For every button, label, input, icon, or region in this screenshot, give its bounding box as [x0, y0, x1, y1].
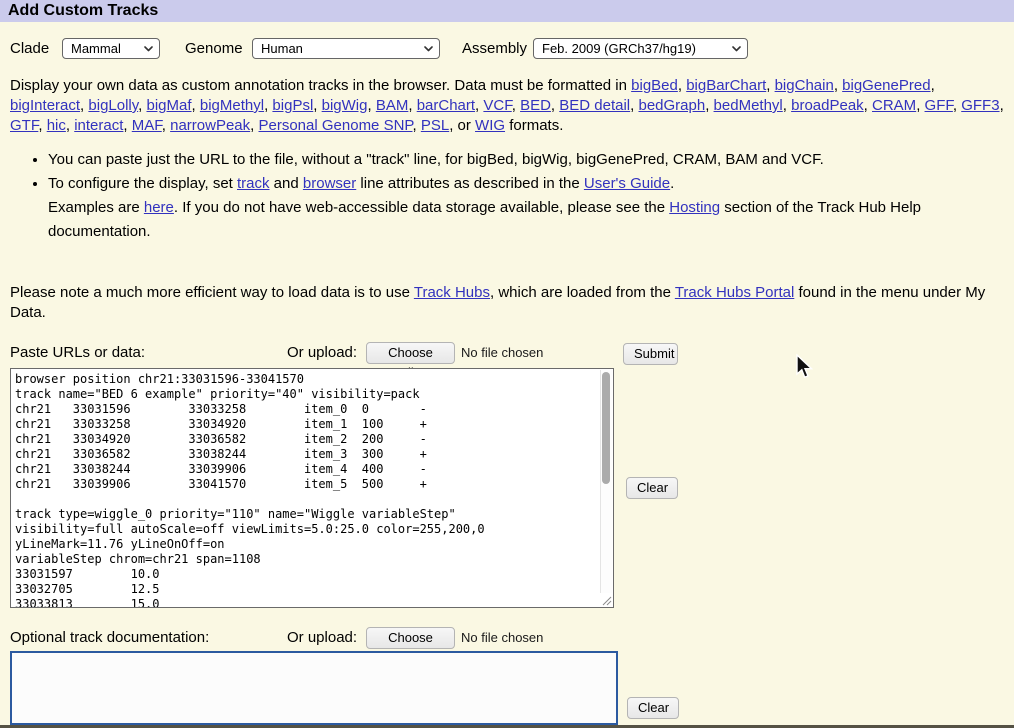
choose-file-button[interactable]: Choose File [366, 627, 455, 649]
format-link[interactable]: CRAM [872, 97, 916, 114]
format-link[interactable]: BED [520, 97, 551, 114]
no-file-chosen-text: No file chosen [461, 342, 543, 364]
no-file-chosen-text: No file chosen [461, 627, 543, 649]
format-link[interactable]: bigGenePred [842, 77, 930, 94]
assembly-select[interactable]: Feb. 2009 (GRCh37/hg19) [533, 38, 748, 59]
scrollbar-track[interactable] [600, 370, 612, 606]
page-title: Add Custom Tracks [8, 0, 158, 22]
format-link[interactable]: PSL [421, 117, 449, 134]
text-link[interactable]: Track Hubs Portal [675, 284, 794, 301]
chevron-down-icon [144, 46, 153, 52]
format-link[interactable]: barChart [417, 97, 475, 114]
format-link[interactable]: BAM [376, 97, 409, 114]
submit-button[interactable]: Submit [623, 343, 678, 365]
format-link[interactable]: bigBarChart [686, 77, 766, 94]
genome-select-value: Human [261, 41, 303, 56]
page-header-bar: Add Custom Tracks [0, 0, 1014, 22]
format-link[interactable]: bigMethyl [200, 97, 264, 114]
format-link[interactable]: GTF [10, 117, 38, 134]
assembly-label: Assembly [462, 38, 527, 60]
paste-urls-label: Paste URLs or data: [10, 342, 145, 364]
format-link[interactable]: MAF [132, 117, 162, 134]
text-link[interactable]: track [237, 175, 270, 192]
format-link[interactable]: Personal Genome SNP [259, 117, 413, 134]
genome-select[interactable]: Human [252, 38, 440, 59]
assembly-select-value: Feb. 2009 (GRCh37/hg19) [542, 41, 696, 56]
list-item: You can paste just the URL to the file, … [48, 148, 980, 172]
format-link[interactable]: WIG [475, 117, 505, 134]
choose-file-button[interactable]: Choose File [366, 342, 455, 364]
or-upload-label: Or upload: [287, 627, 357, 649]
format-link[interactable]: VCF [483, 97, 511, 114]
scrollbar-thumb[interactable] [602, 372, 610, 484]
text-link[interactable]: Hosting [669, 199, 720, 216]
clade-select[interactable]: Mammal [62, 38, 160, 59]
format-link[interactable]: GFF3 [961, 97, 999, 114]
usage-notes-list: You can paste just the URL to the file, … [10, 148, 980, 244]
format-link[interactable]: broadPeak [791, 97, 864, 114]
format-link[interactable]: bigWig [322, 97, 368, 114]
format-link[interactable]: GFF [925, 97, 953, 114]
genome-label: Genome [185, 38, 243, 60]
optional-doc-label: Optional track documentation: [10, 627, 209, 649]
format-link[interactable]: bedMethyl [714, 97, 783, 114]
format-link[interactable]: bigPsl [272, 97, 313, 114]
text-link[interactable]: browser [303, 175, 356, 192]
list-item: To configure the display, set track and … [48, 172, 980, 244]
format-link[interactable]: bigMaf [147, 97, 192, 114]
chevron-down-icon [732, 46, 741, 52]
chevron-down-icon [424, 46, 433, 52]
clade-select-value: Mammal [71, 41, 121, 56]
text-link[interactable]: Track Hubs [414, 284, 490, 301]
format-link[interactable]: bigLolly [88, 97, 138, 114]
format-link[interactable]: hic [47, 117, 66, 134]
intro-paragraph: Display your own data as custom annotati… [10, 76, 1006, 136]
clear-button[interactable]: Clear [627, 697, 679, 719]
resize-grip-icon[interactable] [599, 593, 612, 606]
format-link[interactable]: narrowPeak [170, 117, 250, 134]
format-link[interactable]: bigChain [775, 77, 834, 94]
format-link[interactable]: bigBed [631, 77, 678, 94]
format-link[interactable]: bigInteract [10, 97, 80, 114]
clear-button[interactable]: Clear [626, 477, 678, 499]
format-link[interactable]: interact [74, 117, 123, 134]
intro-tail-text: formats. [505, 117, 563, 134]
paste-data-textarea[interactable]: browser position chr21:33031596-33041570… [10, 368, 614, 608]
format-link[interactable]: BED detail [559, 97, 630, 114]
clade-label: Clade [10, 38, 49, 60]
text-link[interactable]: here [144, 199, 174, 216]
paste-data-text: browser position chr21:33031596-33041570… [11, 369, 599, 607]
track-hubs-note: Please note a much more efficient way to… [10, 283, 1002, 323]
mouse-cursor [795, 354, 813, 385]
add-custom-tracks-page: Add Custom Tracks Clade Mammal Genome Hu… [0, 0, 1014, 728]
format-link[interactable]: bedGraph [638, 97, 705, 114]
intro-lead-text: Display your own data as custom annotati… [10, 77, 631, 94]
text-link[interactable]: User's Guide [584, 175, 670, 192]
doc-textarea[interactable] [10, 651, 618, 725]
or-upload-label: Or upload: [287, 342, 357, 364]
